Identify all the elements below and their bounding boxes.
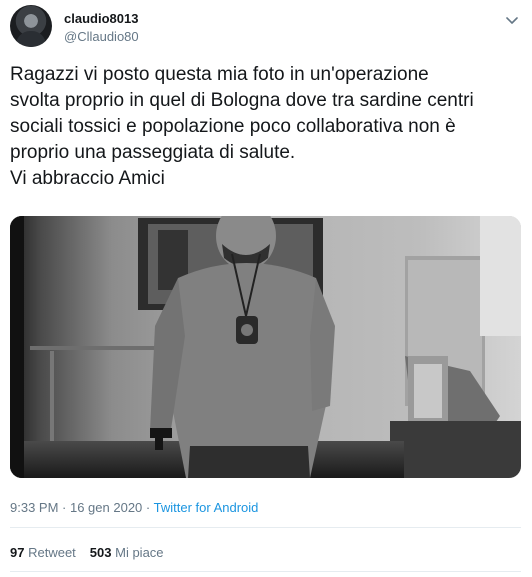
user-handle[interactable]: @Cllaudio80 bbox=[64, 29, 139, 44]
avatar-figure bbox=[16, 31, 46, 47]
retweets-label: Retweet bbox=[28, 545, 76, 560]
likes-count: 503 bbox=[89, 545, 112, 560]
tweet-time[interactable]: 9:33 PM bbox=[10, 500, 58, 515]
photo-illustration bbox=[10, 216, 521, 478]
tweet-source-link[interactable]: Twitter for Android bbox=[154, 500, 259, 515]
tweet-photo[interactable] bbox=[10, 216, 521, 478]
user-display-name[interactable]: claudio8013 bbox=[64, 11, 138, 26]
tweet-date[interactable]: 16 gen 2020 bbox=[70, 500, 142, 515]
retweets-count: 97 bbox=[10, 545, 25, 560]
tweet-timestamp[interactable]: 9:33 PM · 16 gen 2020 · Twitter for Andr… bbox=[10, 500, 258, 515]
divider-top bbox=[10, 527, 521, 528]
divider-bottom bbox=[10, 571, 521, 572]
avatar[interactable] bbox=[10, 5, 52, 47]
likes-stat[interactable]: 503 Mi piace bbox=[90, 545, 164, 560]
meta-separator: · bbox=[58, 500, 70, 515]
chevron-down-icon[interactable] bbox=[504, 12, 520, 28]
tweet-text: Ragazzi vi posto questa mia foto in un'o… bbox=[10, 64, 474, 189]
tweet-stats: 97 Retweet 503 Mi piace bbox=[10, 545, 164, 560]
likes-label: Mi piace bbox=[115, 545, 164, 560]
retweets-stat[interactable]: 97 Retweet bbox=[10, 545, 76, 560]
meta-separator-2: · bbox=[142, 500, 154, 515]
